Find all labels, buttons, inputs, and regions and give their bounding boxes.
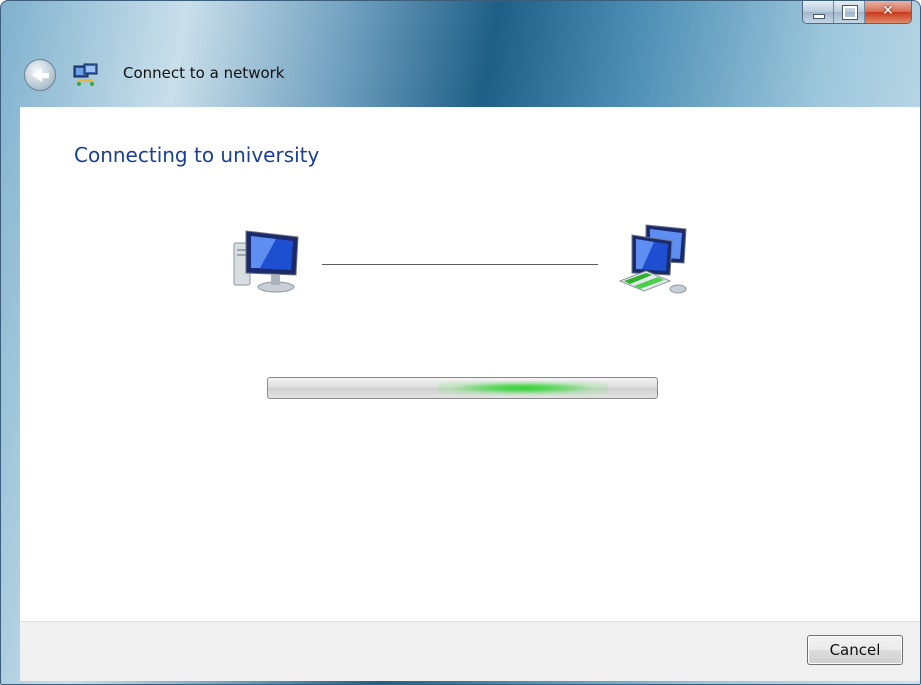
- maximize-button[interactable]: [834, 1, 865, 23]
- close-button[interactable]: ✕: [865, 1, 911, 23]
- title-bar[interactable]: ✕ Connect to a network: [1, 1, 920, 107]
- cancel-button[interactable]: Cancel: [807, 635, 903, 665]
- minimize-icon: [813, 14, 825, 19]
- back-button[interactable]: [24, 59, 56, 91]
- maximize-icon: [842, 5, 858, 20]
- connect-network-window: ✕ Connect to a network Connecting to uni…: [0, 0, 921, 685]
- page-heading: Connecting to university: [74, 143, 320, 167]
- network-wizard-icon: [73, 63, 98, 86]
- back-arrow-stem: [41, 73, 49, 78]
- window-title: Connect to a network: [123, 64, 285, 82]
- connection-progress-bar: [267, 377, 658, 399]
- wizard-footer: Cancel: [20, 621, 920, 681]
- wizard-content: Connecting to university: [20, 107, 920, 621]
- network-icon: [618, 224, 687, 294]
- close-icon: ✕: [882, 3, 894, 19]
- connection-line: [322, 264, 598, 265]
- minimize-button[interactable]: [803, 1, 834, 23]
- progress-marquee: [438, 381, 608, 395]
- caption-buttons: ✕: [802, 1, 912, 24]
- computer-icon: [233, 230, 299, 293]
